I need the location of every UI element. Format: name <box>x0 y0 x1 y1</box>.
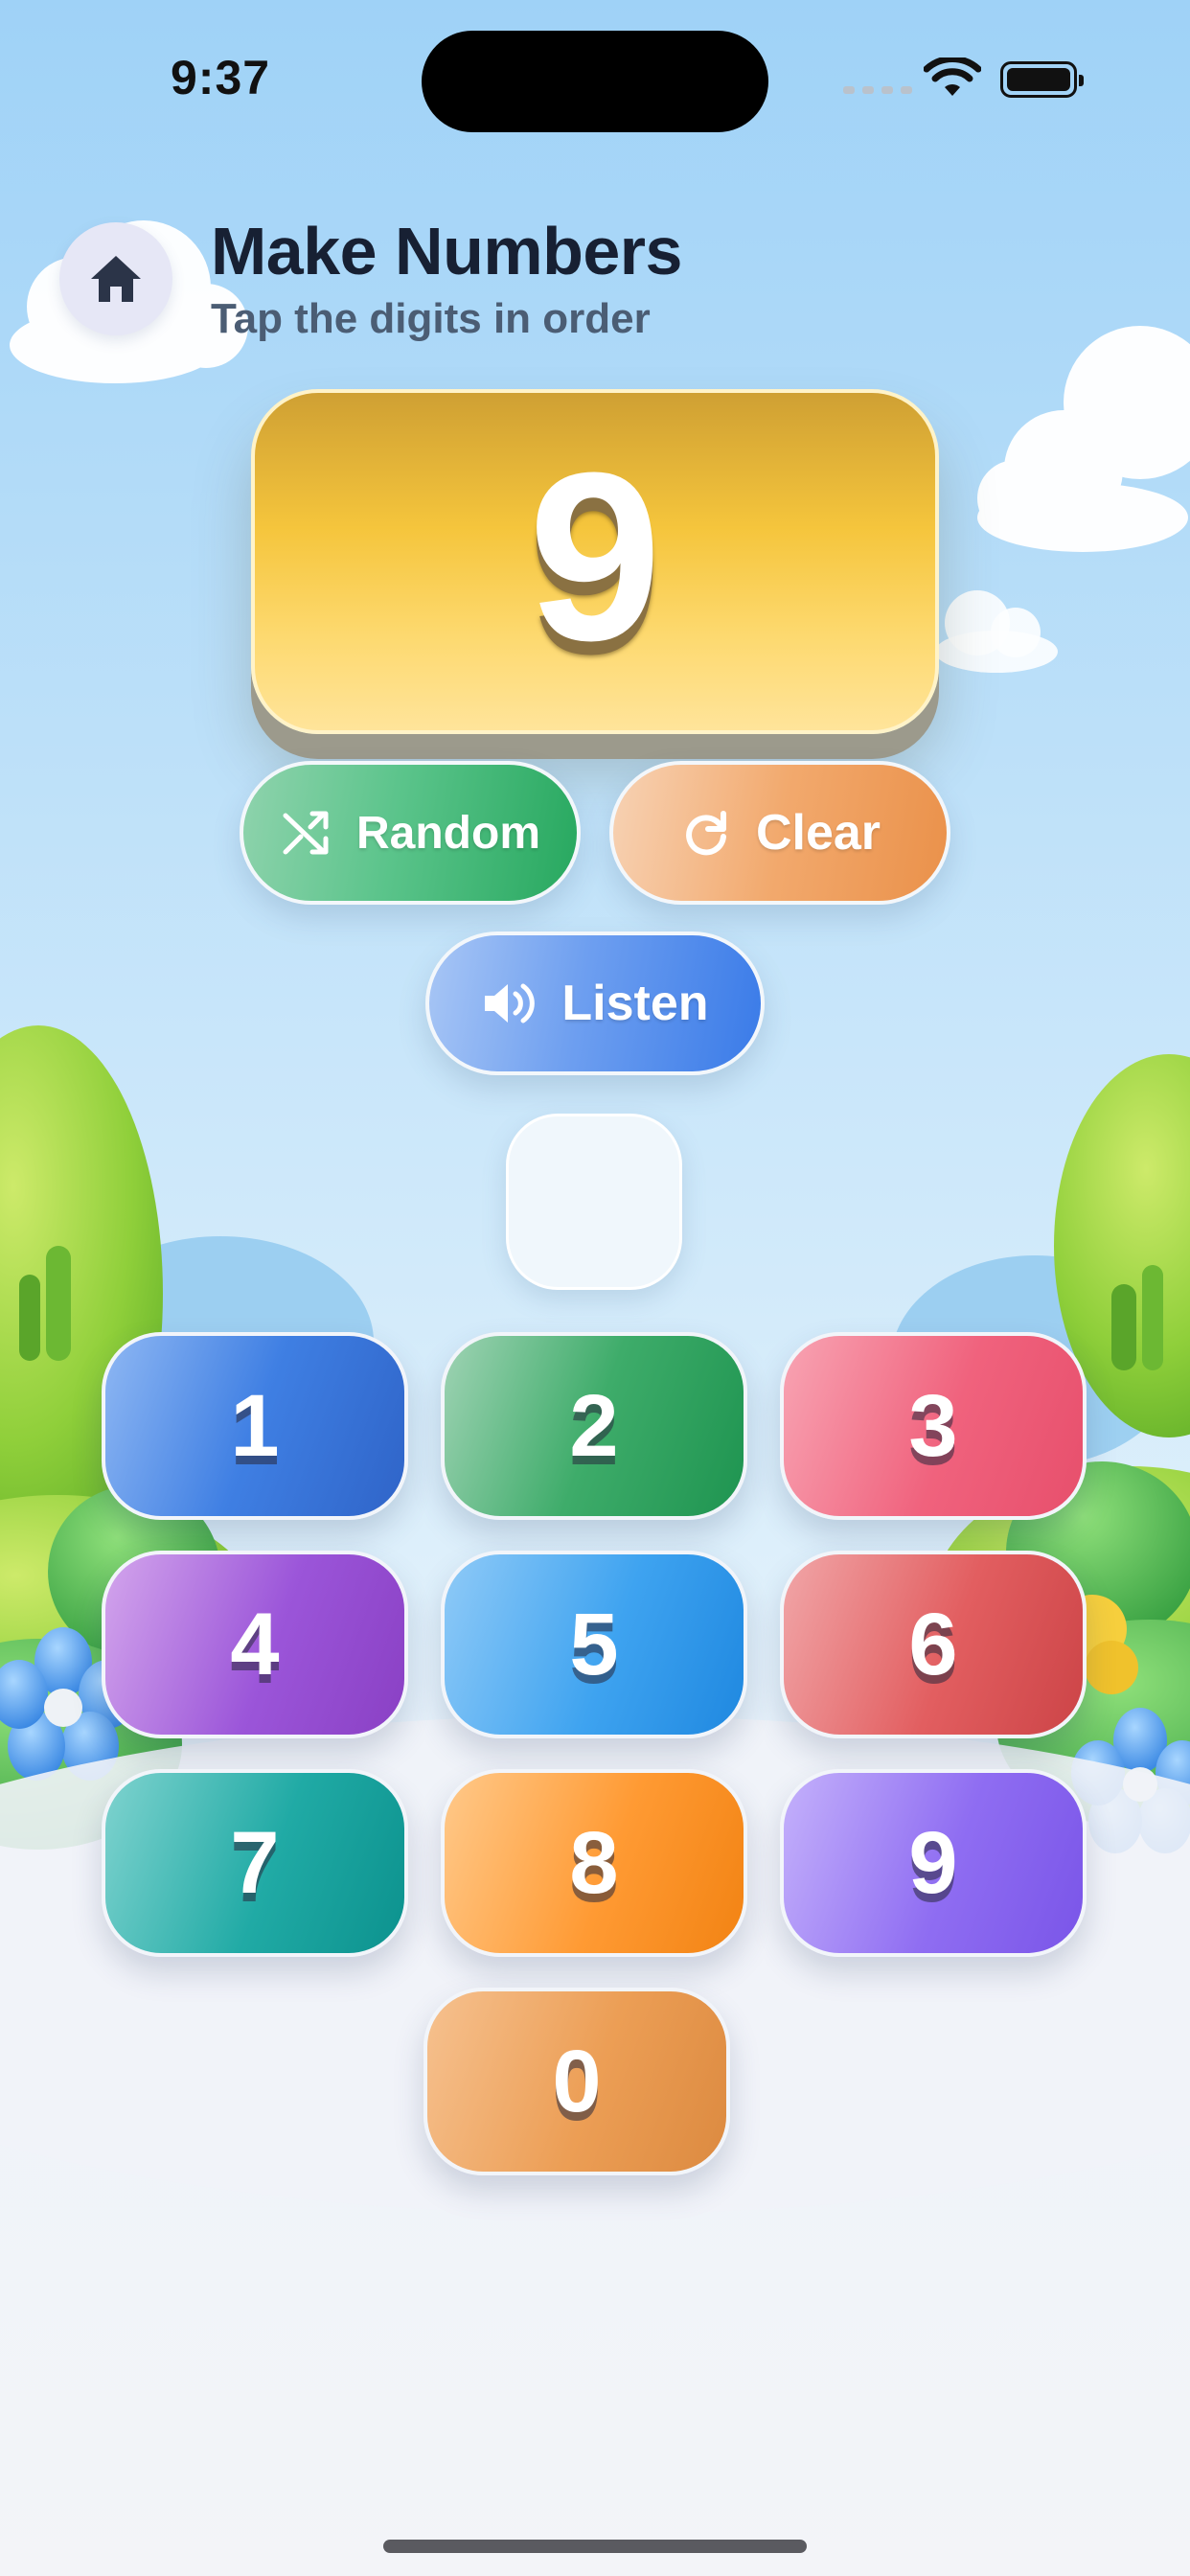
dynamic-island <box>422 31 768 132</box>
digit-key-9[interactable]: 9 <box>780 1769 1087 1957</box>
digit-key-4[interactable]: 4 <box>102 1551 408 1738</box>
digit-key-3[interactable]: 3 <box>780 1332 1087 1520</box>
page-subtitle: Tap the digits in order <box>211 295 651 342</box>
wifi-icon <box>924 58 981 96</box>
speaker-icon <box>485 983 536 1024</box>
home-indicator[interactable] <box>383 2540 807 2553</box>
page-title: Make Numbers <box>211 214 682 288</box>
digit-key-1[interactable]: 1 <box>102 1332 408 1520</box>
random-button[interactable]: Random <box>240 761 581 905</box>
listen-button-label: Listen <box>561 976 709 1031</box>
digit-key-label: 8 <box>569 1814 619 1912</box>
digit-key-0[interactable]: 0 <box>423 1988 730 2175</box>
clear-button-label: Clear <box>755 805 881 861</box>
battery-icon <box>1000 61 1084 98</box>
listen-button[interactable]: Listen <box>425 932 765 1075</box>
digit-key-5[interactable]: 5 <box>441 1551 747 1738</box>
digit-key-label: 6 <box>908 1596 958 1693</box>
digit-key-label: 9 <box>908 1814 958 1912</box>
target-number-display: 9 <box>251 389 939 734</box>
digit-key-label: 4 <box>230 1596 280 1693</box>
shuffle-icon <box>283 811 329 855</box>
digit-key-8[interactable]: 8 <box>441 1769 747 1957</box>
target-number: 9 <box>528 423 662 690</box>
digit-key-label: 3 <box>908 1377 958 1475</box>
digit-key-6[interactable]: 6 <box>780 1551 1087 1738</box>
digit-key-label: 2 <box>569 1377 619 1475</box>
home-icon <box>91 256 141 302</box>
clear-button[interactable]: Clear <box>609 761 950 905</box>
digit-key-label: 1 <box>230 1377 280 1475</box>
digit-key-7[interactable]: 7 <box>102 1769 408 1957</box>
home-button[interactable] <box>59 222 172 335</box>
digit-key-label: 5 <box>569 1596 619 1693</box>
answer-slot <box>506 1114 682 1290</box>
random-button-label: Random <box>356 807 540 859</box>
digit-key-2[interactable]: 2 <box>441 1332 747 1520</box>
digit-key-label: 0 <box>552 2033 602 2130</box>
refresh-icon <box>686 811 726 856</box>
status-time: 9:37 <box>171 51 271 104</box>
cellular-signal-icon <box>843 86 912 94</box>
digit-key-label: 7 <box>230 1814 280 1912</box>
